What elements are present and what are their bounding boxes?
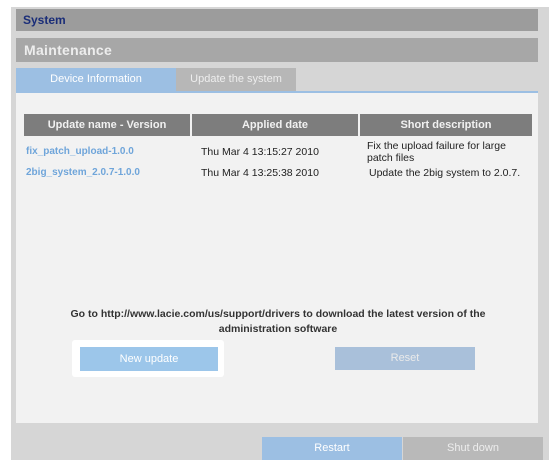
update-name-link[interactable]: fix_patch_upload-1.0.0 xyxy=(26,146,134,157)
download-info-line-1: Go to http://www.lacie.com/us/support/dr… xyxy=(70,308,486,320)
maintenance-title: Maintenance xyxy=(24,42,113,58)
new-update-button[interactable]: New update xyxy=(80,347,218,371)
reset-button[interactable]: Reset xyxy=(335,347,475,370)
system-title: System xyxy=(23,13,66,27)
maintenance-header: Maintenance xyxy=(16,38,538,62)
short-description: Fix the upload failure for large patch f… xyxy=(367,140,506,164)
short-description: Update the 2big system to 2.0.7. xyxy=(369,167,521,179)
restart-button[interactable]: Restart xyxy=(262,437,402,460)
applied-date: Thu Mar 4 13:25:38 2010 xyxy=(201,167,319,179)
tab-device-information[interactable]: Device Information xyxy=(16,68,176,91)
column-header-description: Short description xyxy=(360,114,532,136)
tab-update-the-system[interactable]: Update the system xyxy=(176,68,296,91)
column-header-date: Applied date xyxy=(192,114,358,136)
system-header: System xyxy=(16,9,538,31)
column-header-name: Update name - Version xyxy=(24,114,190,136)
download-info-line-2: administration software xyxy=(218,323,338,335)
update-name-link[interactable]: 2big_system_2.0.7-1.0.0 xyxy=(26,167,140,178)
download-info-text: Go to http://www.lacie.com/us/support/dr… xyxy=(30,307,526,337)
applied-date: Thu Mar 4 13:15:27 2010 xyxy=(201,146,319,158)
shutdown-button[interactable]: Shut down xyxy=(403,437,543,460)
